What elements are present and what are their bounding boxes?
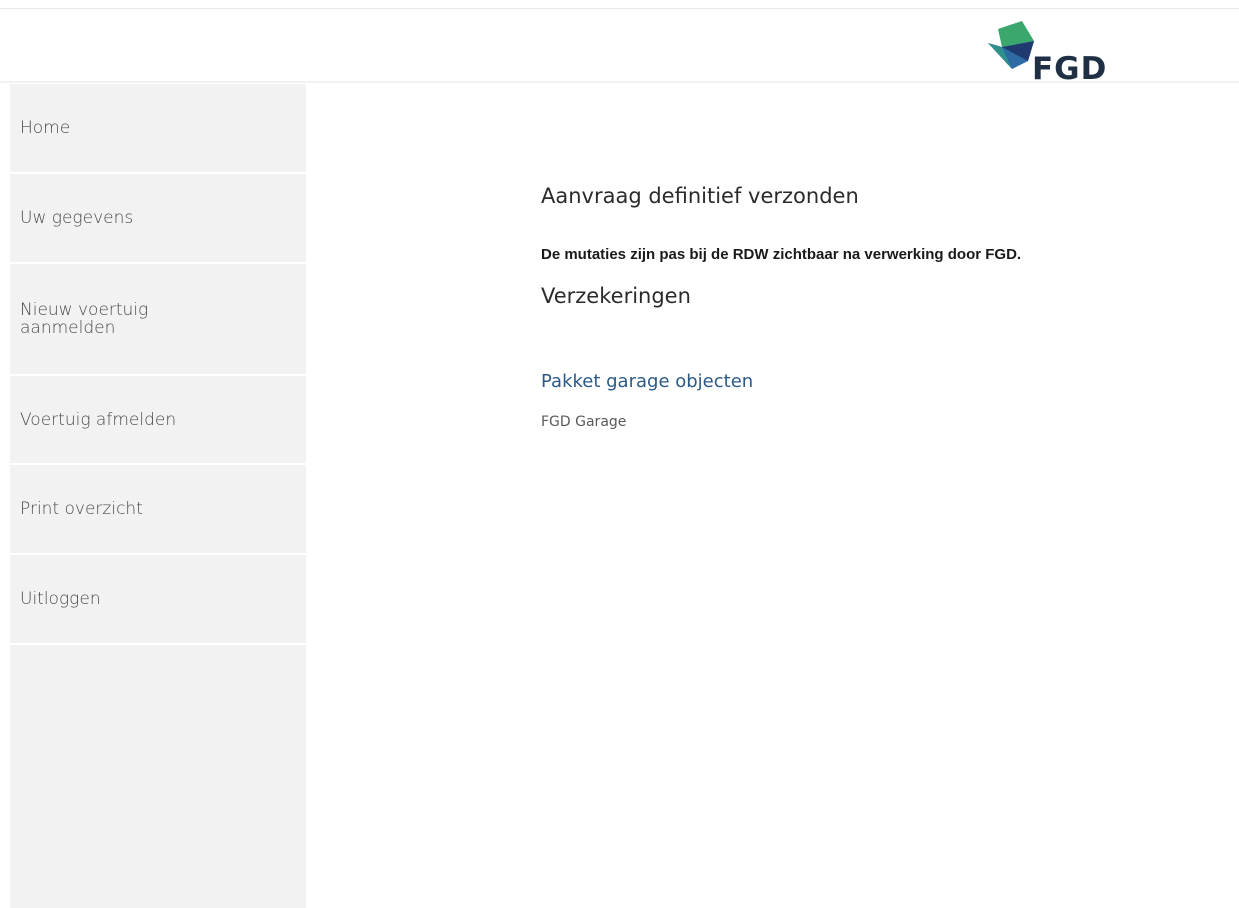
main-content: Aanvraag definitief verzonden De mutatie…	[306, 84, 1239, 908]
page-title: Aanvraag definitief verzonden	[541, 184, 859, 208]
sidebar-item-voertuig-afmelden[interactable]: Voertuig afmelden	[10, 376, 306, 465]
sidebar-item-label: Print overzicht	[20, 499, 143, 519]
sidebar-item-label: Home	[20, 118, 71, 138]
sidebar: Home Uw gegevens Nieuw voertuig aanmelde…	[10, 84, 306, 908]
sidebar-item-label: Nieuw voertuig aanmelden	[20, 300, 149, 338]
header-divider	[0, 81, 1239, 83]
sidebar-item-nieuw-voertuig-aanmelden[interactable]: Nieuw voertuig aanmelden	[10, 264, 306, 376]
sidebar-item-print-overzicht[interactable]: Print overzicht	[10, 465, 306, 555]
notice-text: De mutaties zijn pas bij de RDW zichtbaa…	[541, 246, 1022, 263]
sidebar-item-home[interactable]: Home	[10, 84, 306, 174]
sidebar-item-label: Uitloggen	[20, 589, 101, 609]
package-subtitle: FGD Garage	[541, 414, 627, 430]
sidebar-item-label: Voertuig afmelden	[20, 409, 177, 430]
sidebar-item-uw-gegevens[interactable]: Uw gegevens	[10, 174, 306, 264]
header: FGD	[0, 9, 1239, 85]
sidebar-item-uitloggen[interactable]: Uitloggen	[10, 555, 306, 645]
package-link[interactable]: Pakket garage objecten	[541, 371, 753, 392]
section-title: Verzekeringen	[541, 284, 691, 308]
sidebar-item-label: Uw gegevens	[20, 208, 134, 228]
